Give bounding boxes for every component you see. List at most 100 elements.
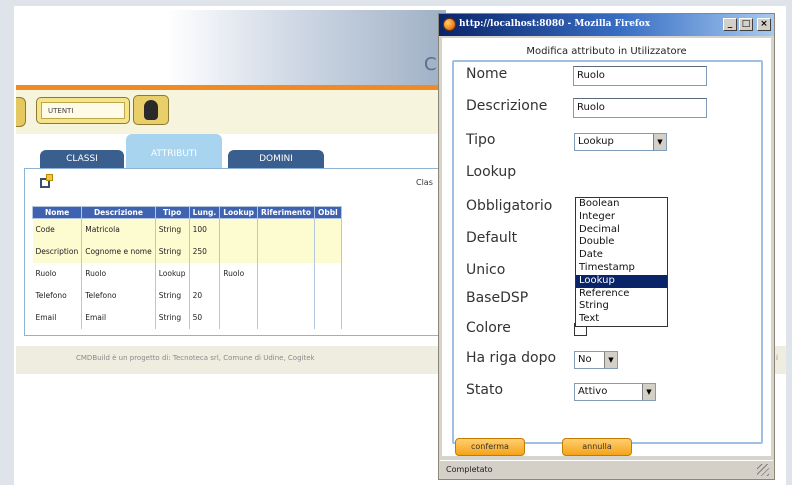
cell-tipo: String (155, 284, 190, 307)
cell-lookup (219, 240, 259, 263)
label-obbligatorio: Obbligatorio (466, 198, 553, 214)
dropdown-option[interactable]: Boolean (576, 198, 667, 211)
cell-riferimento (257, 218, 315, 241)
tipo-dropdown-list: Boolean Integer Decimal Double Date Time… (575, 197, 668, 327)
status-bar: Completato (440, 460, 773, 478)
cell-nome: Description (32, 240, 83, 263)
dropdown-option[interactable]: Timestamp (576, 262, 667, 275)
close-button[interactable]: × (757, 18, 771, 31)
resize-grip-icon[interactable] (757, 464, 769, 476)
column-header[interactable]: Lookup (219, 206, 259, 219)
app-banner (16, 10, 446, 86)
window-content: Modifica attributo in Utilizzatore Nome … (442, 38, 771, 456)
cell-nome: Code (32, 218, 83, 241)
firefox-icon (443, 18, 456, 31)
dropdown-option[interactable]: Date (576, 249, 667, 262)
cell-lung: 100 (189, 218, 221, 241)
cell-tipo: String (155, 218, 190, 241)
user-avatar-icon[interactable] (133, 95, 169, 125)
label-nome: Nome (466, 66, 508, 82)
stato-select-value: Attivo (578, 386, 608, 397)
table-row[interactable]: Telefono Telefono String 20 (32, 284, 342, 307)
table-row[interactable]: Ruolo Ruolo Lookup Ruolo (32, 262, 342, 285)
label-stato: Stato (466, 382, 504, 398)
label-tipo: Tipo (466, 132, 496, 148)
user-field[interactable]: UTENTI (36, 97, 130, 124)
status-text: Completato (446, 465, 493, 474)
label-unico: Unico (466, 262, 506, 278)
table-row[interactable]: Description Cognome e nome String 250 (32, 240, 342, 263)
chevron-down-icon[interactable]: ▼ (604, 352, 617, 368)
cell-riferimento (257, 262, 315, 285)
cell-obbl (314, 284, 342, 307)
dropdown-option[interactable]: Double (576, 236, 667, 249)
tipo-select-value: Lookup (578, 136, 614, 147)
dropdown-option[interactable]: Text (576, 313, 667, 326)
cell-lung: 250 (189, 240, 221, 263)
cell-descrizione: Telefono (81, 284, 156, 307)
window-titlebar[interactable]: http://localhost:8080 - Mozilla Firefox … (439, 14, 774, 36)
footer-edge-text: i (776, 354, 778, 362)
label-basedsp: BaseDSP (466, 290, 529, 306)
ha-riga-dopo-select[interactable]: No ▼ (574, 351, 618, 369)
form-title: Modifica attributo in Utilizzatore (526, 46, 687, 57)
column-header[interactable]: Obbl (314, 206, 342, 219)
cell-riferimento (257, 284, 315, 307)
cell-lookup (219, 284, 259, 307)
cell-tipo: String (155, 306, 190, 329)
column-header[interactable]: Riferimento (257, 206, 315, 219)
table-row[interactable]: Code Matricola String 100 (32, 218, 342, 241)
label-lookup: Lookup (466, 164, 517, 180)
conferma-button[interactable]: conferma (455, 438, 525, 456)
cell-lung: 20 (189, 284, 221, 307)
minimize-button[interactable]: _ (723, 18, 737, 31)
tipo-select[interactable]: Lookup ▼ (574, 133, 667, 151)
edit-attribute-window: http://localhost:8080 - Mozilla Firefox … (438, 13, 775, 480)
cell-lookup (219, 306, 259, 329)
cell-descrizione: Email (81, 306, 156, 329)
stato-select[interactable]: Attivo ▼ (574, 383, 656, 401)
cell-obbl (314, 240, 342, 263)
banner-letter: C (424, 54, 437, 75)
descrizione-input[interactable]: Ruolo (573, 98, 707, 118)
column-header[interactable]: Nome (31, 206, 83, 219)
tab-attributi[interactable]: ATTRIBUTI (126, 134, 222, 168)
cell-descrizione: Cognome e nome (81, 240, 156, 263)
user-bar-handle[interactable] (16, 97, 26, 127)
dropdown-option[interactable]: Decimal (576, 224, 667, 237)
ha-riga-dopo-value: No (578, 354, 592, 365)
table-row[interactable]: Email Email String 50 (32, 306, 342, 329)
cell-riferimento (257, 240, 315, 263)
footer-credits: CMDBuild è un progetto di: Tecnoteca srl… (76, 354, 315, 362)
cell-obbl (314, 306, 342, 329)
annulla-button[interactable]: annulla (562, 438, 632, 456)
cell-nome: Ruolo (32, 262, 83, 285)
column-header[interactable]: Tipo (154, 206, 190, 219)
cell-obbl (314, 262, 342, 285)
cell-descrizione: Matricola (81, 218, 156, 241)
nome-input[interactable]: Ruolo (573, 66, 707, 86)
cell-obbl (314, 218, 342, 241)
column-header[interactable]: Descrizione (81, 206, 156, 219)
attributes-table: Nome Descrizione Tipo Lung. Lookup Rifer… (31, 206, 342, 329)
tab-classi[interactable]: CLASSI (40, 150, 124, 168)
tab-domini[interactable]: DOMINI (228, 150, 324, 168)
attribute-form: Nome Ruolo Descrizione Ruolo Tipo Lookup… (452, 60, 763, 444)
label-ha-riga-dopo: Ha riga dopo (466, 350, 557, 366)
cell-lung: 50 (189, 306, 221, 329)
user-field-value: UTENTI (41, 102, 125, 119)
chevron-down-icon[interactable]: ▼ (642, 384, 655, 400)
label-default: Default (466, 230, 518, 246)
cell-descrizione: Ruolo (81, 262, 156, 285)
column-header[interactable]: Lung. (188, 206, 221, 219)
dropdown-option[interactable]: Reference (576, 288, 667, 301)
dropdown-option-selected[interactable]: Lookup (576, 274, 667, 288)
class-label: Clas (416, 178, 433, 187)
add-attribute-icon[interactable] (40, 174, 56, 190)
maximize-button[interactable]: □ (739, 18, 753, 31)
chevron-down-icon[interactable]: ▼ (653, 134, 666, 150)
window-title: http://localhost:8080 - Mozilla Firefox (459, 19, 651, 29)
dropdown-option[interactable]: String (576, 300, 667, 313)
cell-nome: Telefono (32, 284, 83, 307)
dropdown-option[interactable]: Integer (576, 211, 667, 224)
